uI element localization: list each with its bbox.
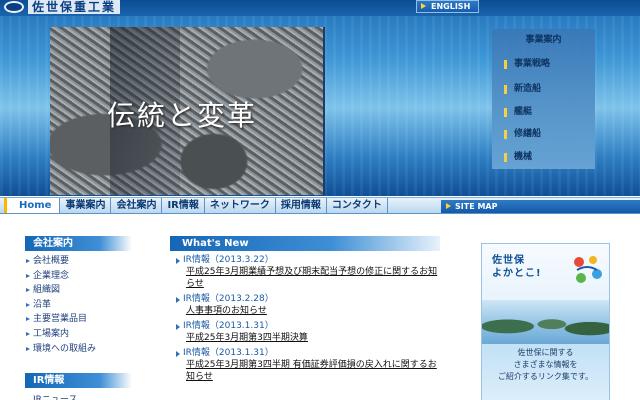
business-menu: 事業案内 事業戦略 新造船 艦艇 修繕船 機械	[492, 29, 595, 169]
logo-text: 佐世保重工業	[28, 0, 121, 14]
banner-text-line2: さまざまな情報を	[513, 360, 578, 369]
sitemap-label: SITE MAP	[455, 202, 498, 211]
company-menu: 会社概要 企業理念 組織図 沿革 主要営業品目 工場案内 環境への取組み	[25, 254, 135, 356]
banner-text-line3: ご紹介するリンク集です。	[497, 372, 594, 381]
news-item[interactable]: IR情報（2013.1.31） 平成25年3月期第3四半期 有価証券評価損の戻入…	[176, 347, 444, 383]
nav-company[interactable]: 会社案内	[111, 198, 163, 213]
company-logo[interactable]: 佐世保重工業	[4, 0, 121, 14]
news-link[interactable]: 平成25年3月期第3四半期 有価証券評価損の戻入れに関するお知らせ	[183, 359, 444, 383]
company-item-products[interactable]: 主要営業品目	[25, 312, 135, 327]
company-item-factory[interactable]: 工場案内	[25, 327, 135, 342]
nav-ir[interactable]: IR情報	[162, 198, 205, 213]
whats-new-title: What's New	[170, 236, 440, 251]
sasebo-logo-icon	[574, 256, 602, 283]
news-item[interactable]: IR情報（2013.3.22） 平成25年3月期業績予想及び期末配当予想の修正に…	[176, 254, 444, 290]
banner-title: 佐世保 よかとこ!	[492, 254, 542, 280]
banner-title-line1: 佐世保	[492, 255, 525, 266]
biz-item-newbuilding[interactable]: 新造船	[504, 81, 590, 97]
news-date: IR情報（2013.3.22）	[183, 255, 274, 265]
hero-title: 伝統と変革	[107, 99, 258, 132]
nav-network[interactable]: ネットワーク	[205, 198, 276, 213]
news-list: IR情報（2013.3.22） 平成25年3月期業績予想及び期末配当予想の修正に…	[176, 254, 444, 386]
news-link[interactable]: 人事事項のお知らせ	[183, 305, 444, 317]
biz-item-naval[interactable]: 艦艇	[504, 104, 590, 120]
banner-text-line1: 佐世保に関する	[517, 348, 574, 357]
banner-title-line2: よかとこ!	[492, 268, 542, 279]
logo-mark-icon	[4, 1, 24, 13]
hero-banner: 佐世保重工業 ENGLISH 伝統と変革 事業案内 事業戦略 新造船 艦艇 修繕…	[0, 0, 640, 196]
page: 佐世保重工業 ENGLISH 伝統と変革 事業案内 事業戦略 新造船 艦艇 修繕…	[0, 0, 640, 400]
news-link[interactable]: 平成25年3月期業績予想及び期末配当予想の修正に関するお知らせ	[183, 266, 444, 290]
arrow-right-icon	[446, 203, 451, 209]
company-item-overview[interactable]: 会社概要	[25, 254, 135, 269]
news-link[interactable]: 平成25年3月期第3四半期決算	[183, 332, 444, 344]
company-item-history[interactable]: 沿革	[25, 298, 135, 313]
arrow-right-icon	[421, 3, 426, 9]
ir-box-title: IR情報	[25, 373, 132, 388]
company-box-title: 会社案内	[25, 236, 132, 251]
nav-contact[interactable]: コンタクト	[327, 198, 388, 213]
company-item-organization[interactable]: 組織図	[25, 283, 135, 298]
nav-recruit[interactable]: 採用情報	[276, 198, 327, 213]
biz-item-machinery[interactable]: 機械	[504, 149, 590, 165]
biz-item-strategy[interactable]: 事業戦略	[504, 56, 590, 72]
ir-item-news[interactable]: IRニュース	[33, 392, 77, 400]
news-date: IR情報（2013.1.31）	[183, 348, 274, 358]
banner-text: 佐世保に関する さまざまな情報を ご紹介するリンク集です。	[482, 347, 609, 383]
english-label: ENGLISH	[431, 2, 471, 11]
sitemap-button[interactable]: SITE MAP	[441, 200, 640, 213]
news-date: IR情報（2013.2.28）	[183, 294, 274, 304]
nav-business[interactable]: 事業案内	[60, 198, 112, 213]
islands-photo	[482, 300, 609, 344]
biz-item-repair[interactable]: 修繕船	[504, 126, 590, 142]
company-item-philosophy[interactable]: 企業理念	[25, 269, 135, 284]
english-button[interactable]: ENGLISH	[416, 0, 479, 13]
sasebo-link-banner[interactable]: 佐世保 よかとこ! 佐世保に関する さまざまな情報を ご紹介するリンク集です。	[481, 243, 610, 400]
news-date: IR情報（2013.1.31）	[183, 321, 274, 331]
nav-home[interactable]: Home	[4, 198, 61, 213]
business-menu-title: 事業案内	[525, 35, 562, 45]
news-item[interactable]: IR情報（2013.1.31） 平成25年3月期第3四半期決算	[176, 320, 444, 344]
news-item[interactable]: IR情報（2013.2.28） 人事事項のお知らせ	[176, 293, 444, 317]
company-item-environment[interactable]: 環境への取組み	[25, 342, 135, 357]
